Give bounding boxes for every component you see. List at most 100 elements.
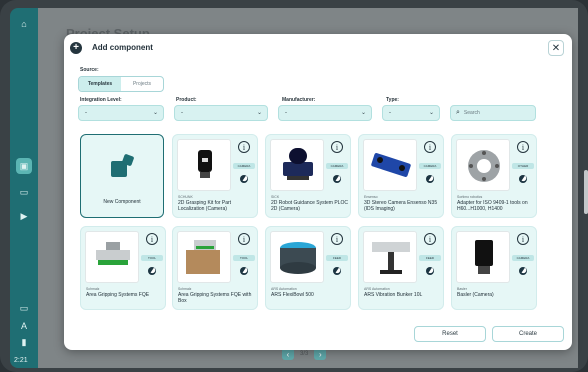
integration-level-label: Integration Level: bbox=[80, 97, 122, 103]
integration-level-value: - bbox=[85, 110, 87, 116]
canvas-icon[interactable]: ▣ bbox=[16, 158, 32, 174]
component-card[interactable]: i CAMERA SICK 2D Robot Guidance System P… bbox=[265, 134, 351, 218]
search-placeholder: Search bbox=[463, 110, 480, 116]
tab-projects[interactable]: Projects bbox=[121, 77, 163, 91]
type-badge: FEED bbox=[326, 255, 348, 261]
component-name: 2D Grasping Kit for Part Localization (C… bbox=[178, 200, 232, 212]
manufacturer-label: Manufacturer: bbox=[282, 97, 316, 103]
component-thumbnail bbox=[177, 139, 231, 191]
chevron-down-icon: ⌄ bbox=[360, 110, 366, 116]
search-input[interactable]: ⌕ Search bbox=[450, 105, 536, 121]
configure-icon[interactable] bbox=[148, 267, 156, 275]
chevron-down-icon: ⌄ bbox=[152, 110, 158, 116]
component-thumbnail bbox=[363, 139, 417, 191]
create-button[interactable]: Create bbox=[492, 326, 564, 342]
configure-icon[interactable] bbox=[426, 175, 434, 183]
component-name: 3D Stereo Camera Ensenso N35 (IDS Imagin… bbox=[364, 200, 438, 212]
vendor-label: Schmalz bbox=[178, 287, 192, 291]
info-icon[interactable]: i bbox=[517, 141, 529, 153]
source-label: Source: bbox=[80, 67, 99, 73]
configure-icon[interactable] bbox=[333, 267, 341, 275]
component-name: ARS Vibration Bunker 10L bbox=[364, 292, 423, 298]
monitor-icon[interactable]: ▭ bbox=[16, 300, 32, 316]
type-label: Type: bbox=[386, 97, 399, 103]
camera-icon[interactable]: ▭ bbox=[16, 184, 32, 200]
vendor-label: ARS Automation bbox=[271, 287, 297, 291]
type-badge: CAMERA bbox=[233, 163, 255, 169]
font-icon[interactable]: A bbox=[16, 318, 32, 334]
type-badge: CAMERA bbox=[326, 163, 348, 169]
type-badge: CAMERA bbox=[512, 255, 534, 261]
component-thumbnail bbox=[456, 139, 510, 191]
info-icon[interactable]: i bbox=[517, 233, 529, 245]
chevron-down-icon: ⌄ bbox=[256, 110, 262, 116]
info-icon[interactable]: i bbox=[424, 141, 436, 153]
reset-button[interactable]: Reset bbox=[414, 326, 486, 342]
configure-icon[interactable] bbox=[240, 175, 248, 183]
type-badge: CAMERA bbox=[419, 163, 441, 169]
close-button[interactable]: ✕ bbox=[548, 40, 564, 56]
component-name: Area Gripping Systems FQE bbox=[86, 292, 150, 298]
type-badge: TOOL bbox=[233, 255, 255, 261]
component-thumbnail bbox=[456, 231, 510, 283]
type-select[interactable]: - ⌄ bbox=[382, 105, 440, 121]
product-select[interactable]: - ⌄ bbox=[174, 105, 268, 121]
component-card[interactable]: i FEED ARS Automation ARS Vibration Bunk… bbox=[358, 226, 444, 310]
component-card[interactable]: i TOOL Schmalz Area Gripping Systems FQE bbox=[80, 226, 166, 310]
info-icon[interactable]: i bbox=[424, 233, 436, 245]
component-thumbnail bbox=[363, 231, 417, 283]
vendor-label: Ensenso bbox=[364, 195, 378, 199]
component-card[interactable]: i OTHER Sortimo robotics Adapter for ISO… bbox=[451, 134, 537, 218]
product-value: - bbox=[181, 110, 183, 116]
product-label: Product: bbox=[176, 97, 197, 103]
component-card[interactable]: i CAMERA SCHUNK 2D Grasping Kit for Part… bbox=[172, 134, 258, 218]
component-name: Adapter for ISO 9409-1 tools on H60...H1… bbox=[457, 200, 528, 212]
component-card[interactable]: i CAMERA Ensenso 3D Stereo Camera Ensens… bbox=[358, 134, 444, 218]
type-value: - bbox=[389, 110, 391, 116]
component-thumbnail bbox=[270, 231, 324, 283]
component-name: Basler (Camera) bbox=[457, 292, 494, 298]
info-icon[interactable]: i bbox=[238, 233, 250, 245]
source-toggle: Templates Projects bbox=[78, 76, 164, 92]
vendor-label: ARS Automation bbox=[364, 287, 390, 291]
component-card[interactable]: i CAMERA Basler Basler (Camera) bbox=[451, 226, 537, 310]
play-icon[interactable]: ▶ bbox=[16, 208, 32, 224]
new-component-card[interactable]: New Component bbox=[80, 134, 164, 218]
sidebar: ⌂ ▣ ▭ ▶ ▭ A ▮ 2:21 bbox=[10, 8, 38, 368]
component-name: 2D Robot Guidance System PLOC 2D (Camera… bbox=[271, 200, 348, 212]
component-thumbnail bbox=[85, 231, 139, 283]
close-icon: ✕ bbox=[551, 42, 561, 54]
clock: 2:21 bbox=[14, 357, 28, 364]
component-thumbnail bbox=[177, 231, 231, 283]
manufacturer-select[interactable]: - ⌄ bbox=[278, 105, 372, 121]
configure-icon[interactable] bbox=[240, 267, 248, 275]
component-card[interactable]: i TOOL Schmalz Area Gripping Systems FQE… bbox=[172, 226, 258, 310]
info-icon[interactable]: i bbox=[146, 233, 158, 245]
vendor-label: Basler bbox=[457, 287, 467, 291]
new-component-label: New Component bbox=[103, 199, 141, 205]
component-name: Area Gripping Systems FQE with Box bbox=[178, 292, 252, 304]
dialog-title: Add component bbox=[92, 43, 153, 52]
vendor-label: SCHUNK bbox=[178, 195, 193, 199]
side-handle[interactable] bbox=[584, 170, 588, 214]
search-icon: ⌕ bbox=[456, 109, 460, 116]
chevron-down-icon: ⌄ bbox=[428, 110, 434, 116]
manufacturer-value: - bbox=[285, 110, 287, 116]
component-card[interactable]: i FEED ARS Automation ARS FlexiBowl 500 bbox=[265, 226, 351, 310]
configure-icon[interactable] bbox=[519, 175, 527, 183]
tab-templates[interactable]: Templates bbox=[79, 77, 121, 91]
info-icon[interactable]: i bbox=[238, 141, 250, 153]
integration-level-select[interactable]: - ⌄ bbox=[78, 105, 164, 121]
component-name: ARS FlexiBowl 500 bbox=[271, 292, 314, 298]
vendor-label: Schmalz bbox=[86, 287, 100, 291]
lock-icon[interactable]: ▮ bbox=[16, 334, 32, 350]
type-badge: OTHER bbox=[512, 163, 534, 169]
info-icon[interactable]: i bbox=[331, 141, 343, 153]
home-icon[interactable]: ⌂ bbox=[16, 16, 32, 32]
configure-icon[interactable] bbox=[333, 175, 341, 183]
vendor-label: Sortimo robotics bbox=[457, 195, 483, 199]
page-indicator: 3/3 bbox=[300, 351, 309, 357]
configure-icon[interactable] bbox=[519, 267, 527, 275]
configure-icon[interactable] bbox=[426, 267, 434, 275]
info-icon[interactable]: i bbox=[331, 233, 343, 245]
